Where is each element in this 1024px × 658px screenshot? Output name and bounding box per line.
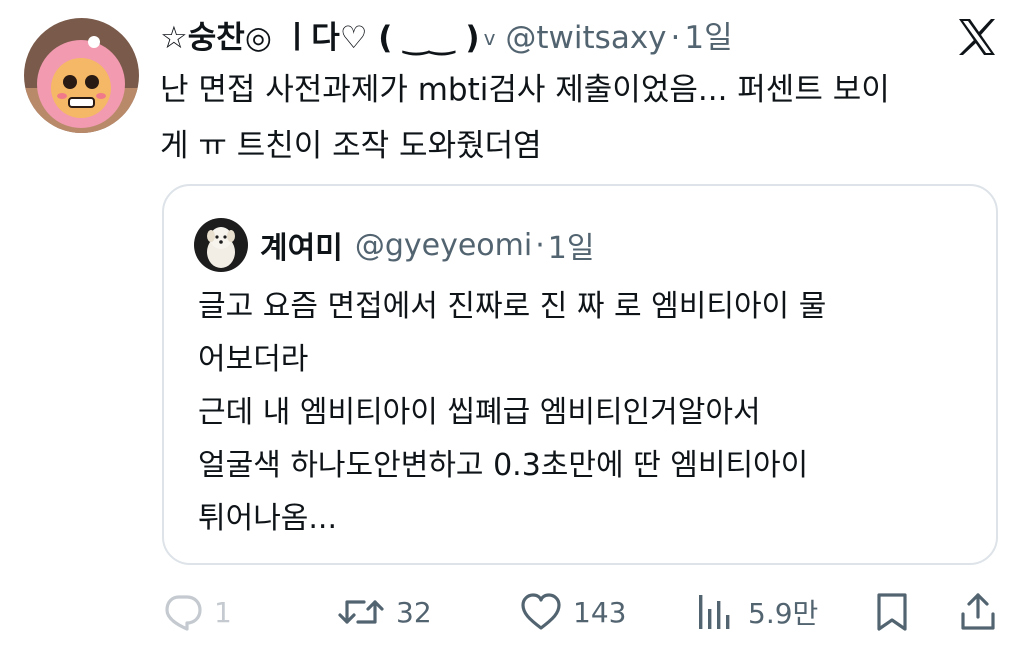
retweet-count: 32 [396, 595, 432, 629]
reply-count: 1 [214, 595, 232, 629]
tweet-header: ☆숭찬◎ ㅣ다♡ ( ‿‿ ) v @twitsaxy · 1일 [160, 14, 733, 62]
retweet-button[interactable]: 32 [336, 584, 432, 640]
share-button[interactable] [958, 584, 998, 640]
reply-button[interactable]: 1 [162, 584, 232, 640]
heart-icon [519, 591, 563, 633]
tweet-text: 난 면접 사전과제가 mbti검사 제출이었음... 퍼센트 보이 게 ㅠ 트친… [160, 62, 1008, 174]
quoted-text-line: 어보더라 [198, 342, 309, 377]
views-count: 5.9만 [748, 597, 819, 630]
header-separator: · [670, 20, 681, 56]
quoted-author-display-name: 계여미 [260, 231, 343, 266]
quoted-tweet-header: 계여미 @gyeyeomi · 1일 [260, 222, 594, 268]
bookmark-icon [872, 591, 912, 633]
quoted-tweet-timestamp: 1일 [547, 231, 595, 266]
quoted-text-line: 튀어나옴... [198, 501, 338, 536]
quoted-tweet-card[interactable]: 계여미 @gyeyeomi · 1일 글고 요즘 면접에서 진짜로 진 짜 로 … [162, 184, 998, 565]
author-avatar[interactable] [24, 18, 139, 133]
quoted-tweet-text: 글고 요즘 면접에서 진짜로 진 짜 로 엠비티아이 물 어보더라 근데 내 엠… [198, 280, 968, 545]
retweet-icon [336, 591, 386, 633]
author-display-name[interactable]: ☆숭찬◎ ㅣ다♡ ( ‿‿ ) [160, 14, 480, 62]
tweet-text-line: 게 ㅠ 트친이 조작 도와줬더염 [160, 128, 542, 164]
like-button[interactable]: 143 [519, 584, 626, 640]
quoted-text-line: 근데 내 엠비티아이 씹폐급 엠비티인거알아서 [198, 395, 761, 430]
views-icon [694, 591, 738, 633]
bookmark-button[interactable] [872, 584, 912, 640]
views-button[interactable]: 5.9만 [694, 584, 818, 640]
quoted-header-separator: · [535, 227, 545, 263]
share-icon [958, 591, 998, 633]
reply-icon [162, 591, 204, 633]
tweet-text-line: 난 면접 사전과제가 mbti검사 제출이었음... 퍼센트 보이 [160, 72, 890, 108]
chevron-down-icon: v [483, 26, 496, 50]
author-handle[interactable]: @twitsaxy [505, 14, 666, 62]
tweet-timestamp[interactable]: 1일 [684, 14, 732, 62]
x-logo-icon [956, 16, 998, 58]
like-count: 143 [573, 595, 627, 629]
quoted-author-avatar [194, 218, 248, 272]
quoted-text-line: 얼굴색 하나도안변하고 0.3초만에 딴 엠비티아이 [198, 448, 809, 483]
tweet-action-bar: 1 32 143 5.9만 [0, 584, 1024, 640]
quoted-text-line: 글고 요즘 면접에서 진짜로 진 짜 로 엠비티아이 물 [198, 289, 827, 324]
quoted-author-handle: @gyeyeomi [354, 227, 533, 263]
